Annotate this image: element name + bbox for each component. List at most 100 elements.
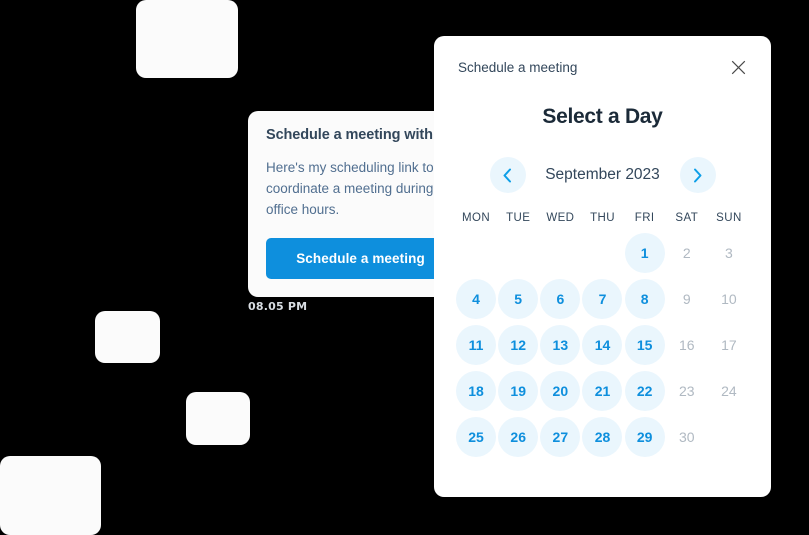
- calendar-day-18[interactable]: 18: [456, 371, 497, 411]
- chevron-left-icon[interactable]: [489, 157, 526, 193]
- calendar-day-cell: 17: [708, 322, 750, 368]
- calendar-day-cell: 23: [666, 368, 708, 414]
- month-label: September 2023: [545, 166, 660, 183]
- calendar-day-28[interactable]: 28: [582, 417, 623, 457]
- calendar-day-2: 2: [682, 245, 691, 261]
- calendar-day-cell: 4: [455, 276, 497, 322]
- calendar-day-25[interactable]: 25: [456, 417, 497, 457]
- calendar-day-13[interactable]: 13: [540, 325, 581, 365]
- calendar-day-empty: [456, 233, 496, 273]
- calendar-week-row: 1 2 3: [455, 230, 750, 276]
- calendar-week-row: 4 5 6 7 8 9 10: [455, 276, 750, 322]
- calendar-day-cell: 16: [666, 322, 708, 368]
- calendar-day-27[interactable]: 27: [540, 417, 581, 457]
- calendar-day-cell: 14: [581, 322, 623, 368]
- calendar-day-cell: 26: [497, 414, 539, 460]
- message-card-title: Schedule a meeting with: [266, 127, 433, 143]
- calendar-weekday-sun: SUN: [716, 212, 742, 224]
- calendar-day-cell: 24: [708, 368, 750, 414]
- schedule-meeting-modal: Schedule a meeting Select a Day Septembe…: [434, 36, 771, 497]
- calendar-day-cell: 18: [455, 368, 497, 414]
- calendar-day-15[interactable]: 15: [624, 325, 665, 365]
- calendar-day-16: 16: [678, 337, 695, 353]
- calendar-day-cell: 11: [455, 322, 497, 368]
- calendar-day-cell: [708, 414, 750, 460]
- calendar-weekday-wed: WED: [546, 212, 575, 224]
- calendar-day-23: 23: [678, 383, 695, 399]
- calendar-day-cell: 3: [708, 230, 750, 276]
- calendar-weekday-fri: FRI: [634, 212, 655, 224]
- calendar-week-row: 25 26 27 28 29 30: [455, 414, 750, 460]
- calendar-day-cell: 29: [624, 414, 666, 460]
- calendar-day-cell: 5: [497, 276, 539, 322]
- schedule-meeting-button[interactable]: Schedule a meeting: [266, 238, 455, 279]
- bg-block-1: [136, 0, 238, 78]
- calendar-day-cell: 15: [624, 322, 666, 368]
- modal-header-title: Schedule a meeting: [458, 59, 578, 75]
- calendar-day-cell: 27: [539, 414, 581, 460]
- calendar-day-24: 24: [721, 383, 737, 399]
- calendar-day-14[interactable]: 14: [582, 325, 623, 365]
- bg-block-2: [95, 311, 160, 363]
- calendar-weekday-header: MON TUE WED THU FRI SAT SUN: [455, 209, 750, 230]
- calendar-day-cell: 25: [455, 414, 497, 460]
- calendar-day-6[interactable]: 6: [540, 279, 581, 319]
- calendar-day-cell: 19: [497, 368, 539, 414]
- calendar-week-row: 11 12 13 14 15 16 17: [455, 322, 750, 368]
- calendar-day-4[interactable]: 4: [456, 279, 497, 319]
- calendar-weekday-thu: THU: [590, 212, 615, 224]
- calendar-day-5[interactable]: 5: [498, 279, 539, 319]
- calendar-day-cell: 10: [708, 276, 750, 322]
- calendar-day-12[interactable]: 12: [498, 325, 539, 365]
- calendar-day-cell: 8: [624, 276, 666, 322]
- modal-header: Schedule a meeting: [434, 36, 771, 78]
- calendar-day-26[interactable]: 26: [498, 417, 539, 457]
- calendar-day-8[interactable]: 8: [624, 279, 665, 319]
- calendar-day-cell: 2: [666, 230, 708, 276]
- calendar-day-cell: 28: [581, 414, 623, 460]
- calendar-day-cell: [497, 230, 539, 276]
- calendar-day-9: 9: [682, 291, 691, 307]
- calendar-day-cell: 13: [539, 322, 581, 368]
- calendar-day-22[interactable]: 22: [624, 371, 665, 411]
- calendar-day-cell: [581, 230, 623, 276]
- calendar-day-empty: [540, 233, 580, 273]
- calendar-day-1[interactable]: 1: [624, 233, 665, 273]
- calendar-day-10: 10: [721, 291, 737, 307]
- calendar-day-21[interactable]: 21: [582, 371, 623, 411]
- calendar-day-cell: 6: [539, 276, 581, 322]
- chevron-right-icon[interactable]: [679, 157, 716, 193]
- calendar-day-empty: [498, 233, 538, 273]
- calendar-day-empty: [582, 233, 622, 273]
- calendar-day-20[interactable]: 20: [540, 371, 581, 411]
- calendar-day-cell: [455, 230, 497, 276]
- calendar-day-29[interactable]: 29: [624, 417, 665, 457]
- message-timestamp: 08.05 PM: [248, 300, 308, 313]
- calendar-weekday-tue: TUE: [506, 212, 531, 224]
- calendar-day-cell: 7: [581, 276, 623, 322]
- calendar-day-11[interactable]: 11: [456, 325, 497, 365]
- calendar-day-cell: 9: [666, 276, 708, 322]
- calendar-weeks: 1 2 3 4 5 6 7 8 9 10 11 12 13 14 15 16 17 18 19 20 21 22 23 24 2…: [455, 230, 750, 460]
- modal-title: Select a Day: [542, 105, 663, 128]
- calendar-day-3: 3: [725, 245, 733, 261]
- month-navigation: September 2023: [434, 157, 771, 193]
- calendar-day-cell: 22: [624, 368, 666, 414]
- calendar-day-30: 30: [678, 429, 695, 445]
- calendar-week-row: 18 19 20 21 22 23 24: [455, 368, 750, 414]
- calendar-weekday-mon: MON: [462, 212, 491, 224]
- message-card-body: Here's my scheduling link to coordinate …: [266, 160, 434, 217]
- bg-block-4: [0, 456, 101, 535]
- calendar-day-17: 17: [721, 337, 737, 353]
- calendar-day-19[interactable]: 19: [498, 371, 539, 411]
- calendar-day-7[interactable]: 7: [582, 279, 623, 319]
- close-icon[interactable]: [727, 56, 749, 78]
- calendar-grid: MON TUE WED THU FRI SAT SUN 1 2 3 4 5 6 7 8 9 10 11 12 13 1…: [455, 209, 750, 460]
- calendar-day-cell: 12: [497, 322, 539, 368]
- calendar-day-cell: 30: [666, 414, 708, 460]
- calendar-day-cell: 20: [539, 368, 581, 414]
- calendar-day-cell: 1: [624, 230, 666, 276]
- calendar-day-empty: [709, 417, 749, 457]
- calendar-day-cell: 21: [581, 368, 623, 414]
- bg-block-3: [186, 392, 250, 445]
